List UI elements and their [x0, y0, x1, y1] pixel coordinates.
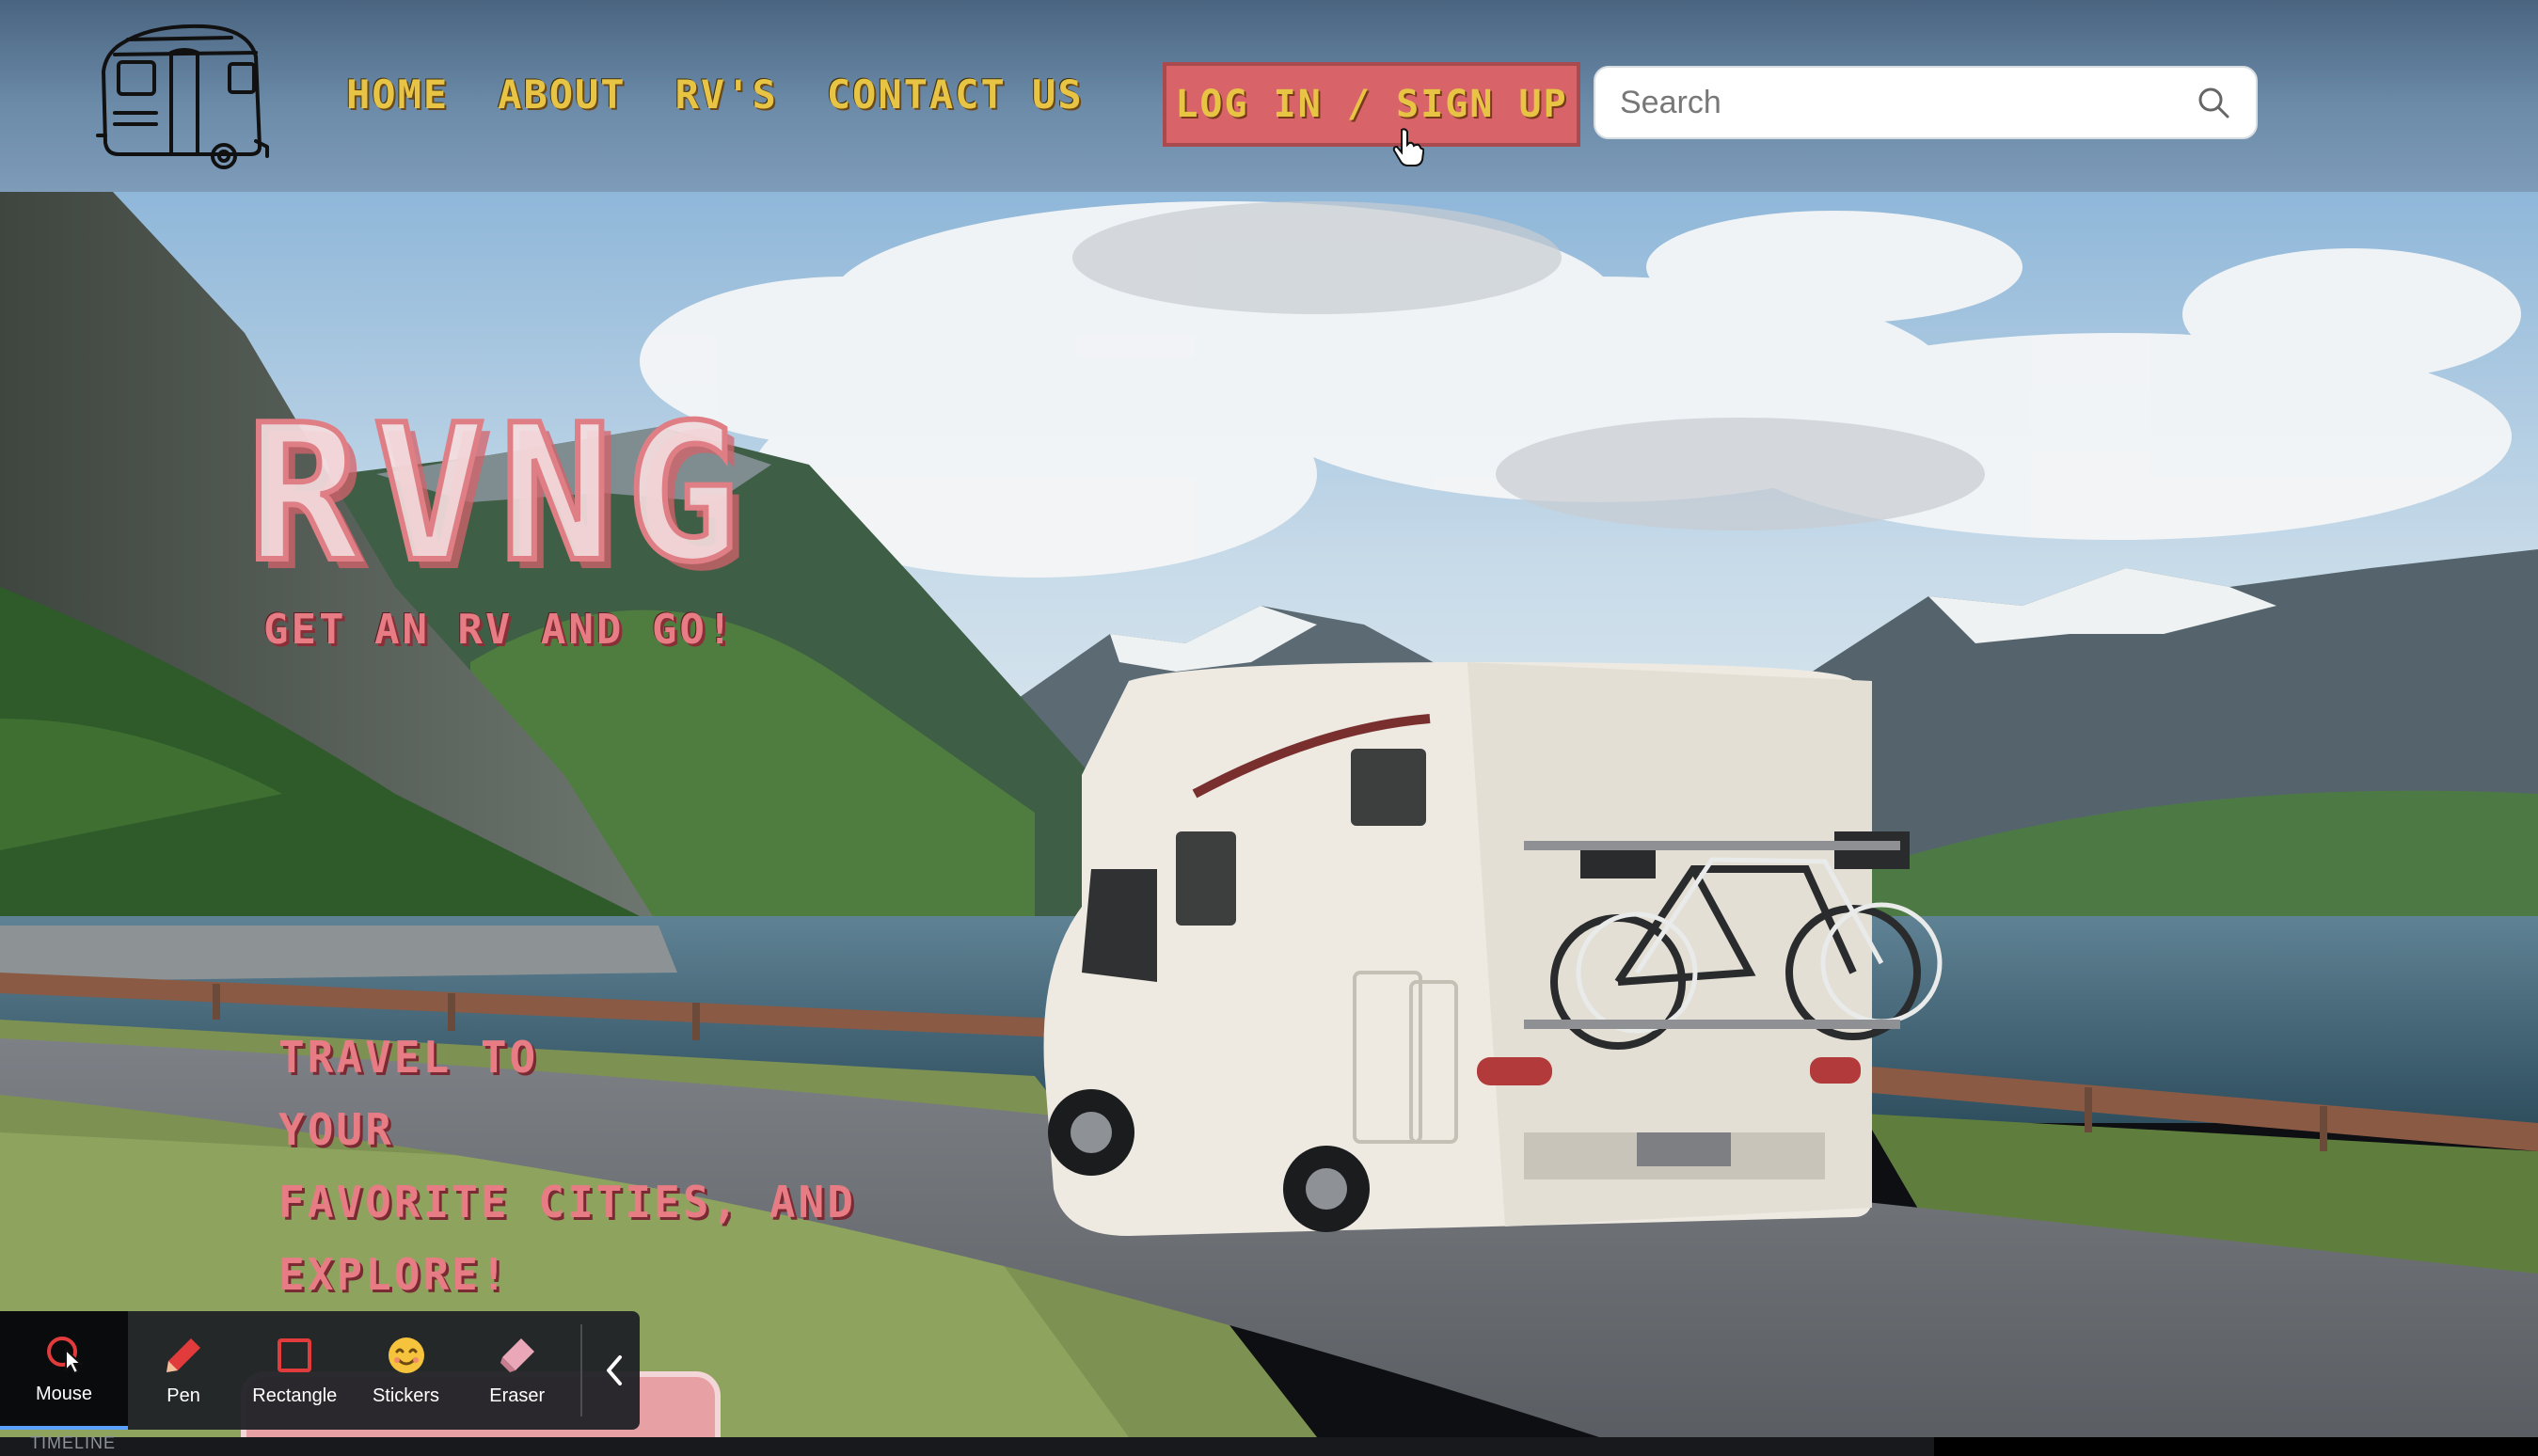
search-box [1594, 66, 2258, 139]
smiley-sticker-icon [388, 1337, 424, 1373]
login-signup-button[interactable]: LOG IN / SIGN UP [1163, 62, 1580, 147]
travel-line: EXPLORE! [278, 1249, 510, 1300]
camper-van-image [1043, 662, 1943, 1236]
collapse-toolbar-button[interactable] [590, 1311, 640, 1430]
stickers-tool-button[interactable]: Stickers [350, 1311, 461, 1430]
pen-icon [167, 1337, 201, 1372]
stickers-tool-label: Stickers [372, 1385, 440, 1406]
search-icon[interactable] [2196, 85, 2231, 120]
bottom-timeline-bar [0, 1437, 2538, 1456]
screen: HOME ABOUT RV'S CONTACT US LOG IN / SIGN… [0, 0, 2538, 1456]
mouse-cursor-icon [46, 1336, 84, 1374]
mouse-tool-label: Mouse [35, 1383, 92, 1404]
chevron-left-icon [607, 1355, 623, 1385]
annotation-toolbar: Mouse Pen Rectangle Stickers Eraser [0, 1311, 640, 1430]
mouse-tool-button[interactable]: Mouse [0, 1311, 128, 1430]
pen-tool-button[interactable]: Pen [128, 1311, 239, 1430]
search-input[interactable] [1620, 84, 2196, 121]
hero-brand-title: RVNG [244, 385, 753, 604]
eraser-icon [500, 1337, 534, 1372]
rectangle-icon [278, 1337, 312, 1372]
toolbar-divider [579, 1324, 582, 1416]
travel-line: TRAVEL TO [278, 1032, 539, 1083]
site-navbar: HOME ABOUT RV'S CONTACT US LOG IN / SIGN… [0, 0, 2538, 192]
hand-pointer-cursor-icon [1392, 128, 1424, 166]
timeline-right-panel [1934, 1437, 2538, 1456]
nav-contact-us-link[interactable]: CONTACT US [827, 71, 1084, 118]
nav-about-link[interactable]: ABOUT [498, 71, 626, 118]
eraser-tool-button[interactable]: Eraser [462, 1311, 573, 1430]
timeline-label: TIMELINE [30, 1433, 117, 1452]
main-navigation: HOME ABOUT RV'S CONTACT US [346, 71, 1133, 118]
rv-logo-icon[interactable] [90, 15, 273, 171]
rectangle-tool-button[interactable]: Rectangle [239, 1311, 350, 1430]
travel-line: FAVORITE CITIES, AND [278, 1177, 856, 1227]
nav-rvs-link[interactable]: RV'S [675, 71, 778, 118]
rectangle-tool-label: Rectangle [252, 1385, 338, 1406]
hero-travel-text: TRAVEL TO YOUR FAVORITE CITIES, AND EXPL… [278, 1021, 856, 1311]
eraser-tool-label: Eraser [489, 1385, 546, 1406]
pen-tool-label: Pen [167, 1385, 200, 1406]
hero-tagline: GET AN RV AND GO! [263, 606, 736, 654]
travel-line: YOUR [278, 1104, 394, 1155]
nav-home-link[interactable]: HOME [346, 71, 449, 118]
